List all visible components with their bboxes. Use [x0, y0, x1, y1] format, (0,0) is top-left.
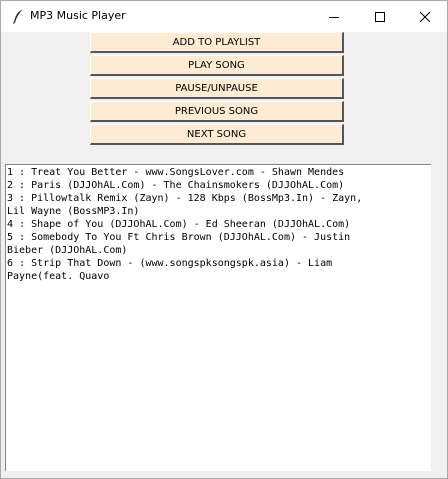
listbox-side-gutter — [431, 164, 447, 470]
app-window: MP3 Music Player ADD TO PLAYLIST PLAY SO… — [0, 0, 448, 479]
next-song-button[interactable]: NEXT SONG — [90, 124, 344, 145]
previous-song-button[interactable]: PREVIOUS SONG — [90, 101, 344, 122]
list-item[interactable]: 5 : Somebody To You Ft Chris Brown (DJJO… — [7, 232, 431, 244]
close-button[interactable] — [402, 1, 447, 32]
close-icon — [420, 11, 430, 22]
play-song-button[interactable]: PLAY SONG — [90, 55, 344, 76]
title-bar[interactable]: MP3 Music Player — [1, 1, 447, 32]
window-title: MP3 Music Player — [30, 9, 126, 22]
list-item[interactable]: 2 : Paris (DJJOhAL.Com) - The Chainsmoke… — [7, 180, 431, 192]
list-item[interactable]: 4 : Shape of You (DJJOhAL.Com) - Ed Shee… — [7, 219, 431, 231]
client-area: ADD TO PLAYLIST PLAY SONG PAUSE/UNPAUSE … — [1, 32, 447, 478]
minimize-icon — [329, 16, 339, 18]
list-item-continuation[interactable]: Bieber (DJJOhAL.Com) — [7, 245, 431, 257]
list-item-continuation[interactable]: Payne(feat. Quavo — [7, 271, 431, 283]
list-item[interactable]: 1 : Treat You Better - www.SongsLover.co… — [7, 167, 431, 179]
list-item-continuation[interactable]: Lil Wayne (BossMP3.In) — [7, 206, 431, 218]
maximize-icon — [375, 11, 385, 22]
feather-icon — [12, 9, 24, 24]
maximize-button[interactable] — [357, 1, 403, 32]
add-to-playlist-button[interactable]: ADD TO PLAYLIST — [90, 32, 344, 53]
playlist-listbox[interactable]: 1 : Treat You Better - www.SongsLover.co… — [5, 164, 432, 471]
list-item[interactable]: 3 : Pillowtalk Remix (Zayn) - 128 Kbps (… — [7, 193, 431, 205]
pause-unpause-button[interactable]: PAUSE/UNPAUSE — [90, 78, 344, 99]
minimize-button[interactable] — [311, 1, 357, 32]
list-item[interactable]: 6 : Strip That Down - (www.songspksongsp… — [7, 258, 431, 270]
